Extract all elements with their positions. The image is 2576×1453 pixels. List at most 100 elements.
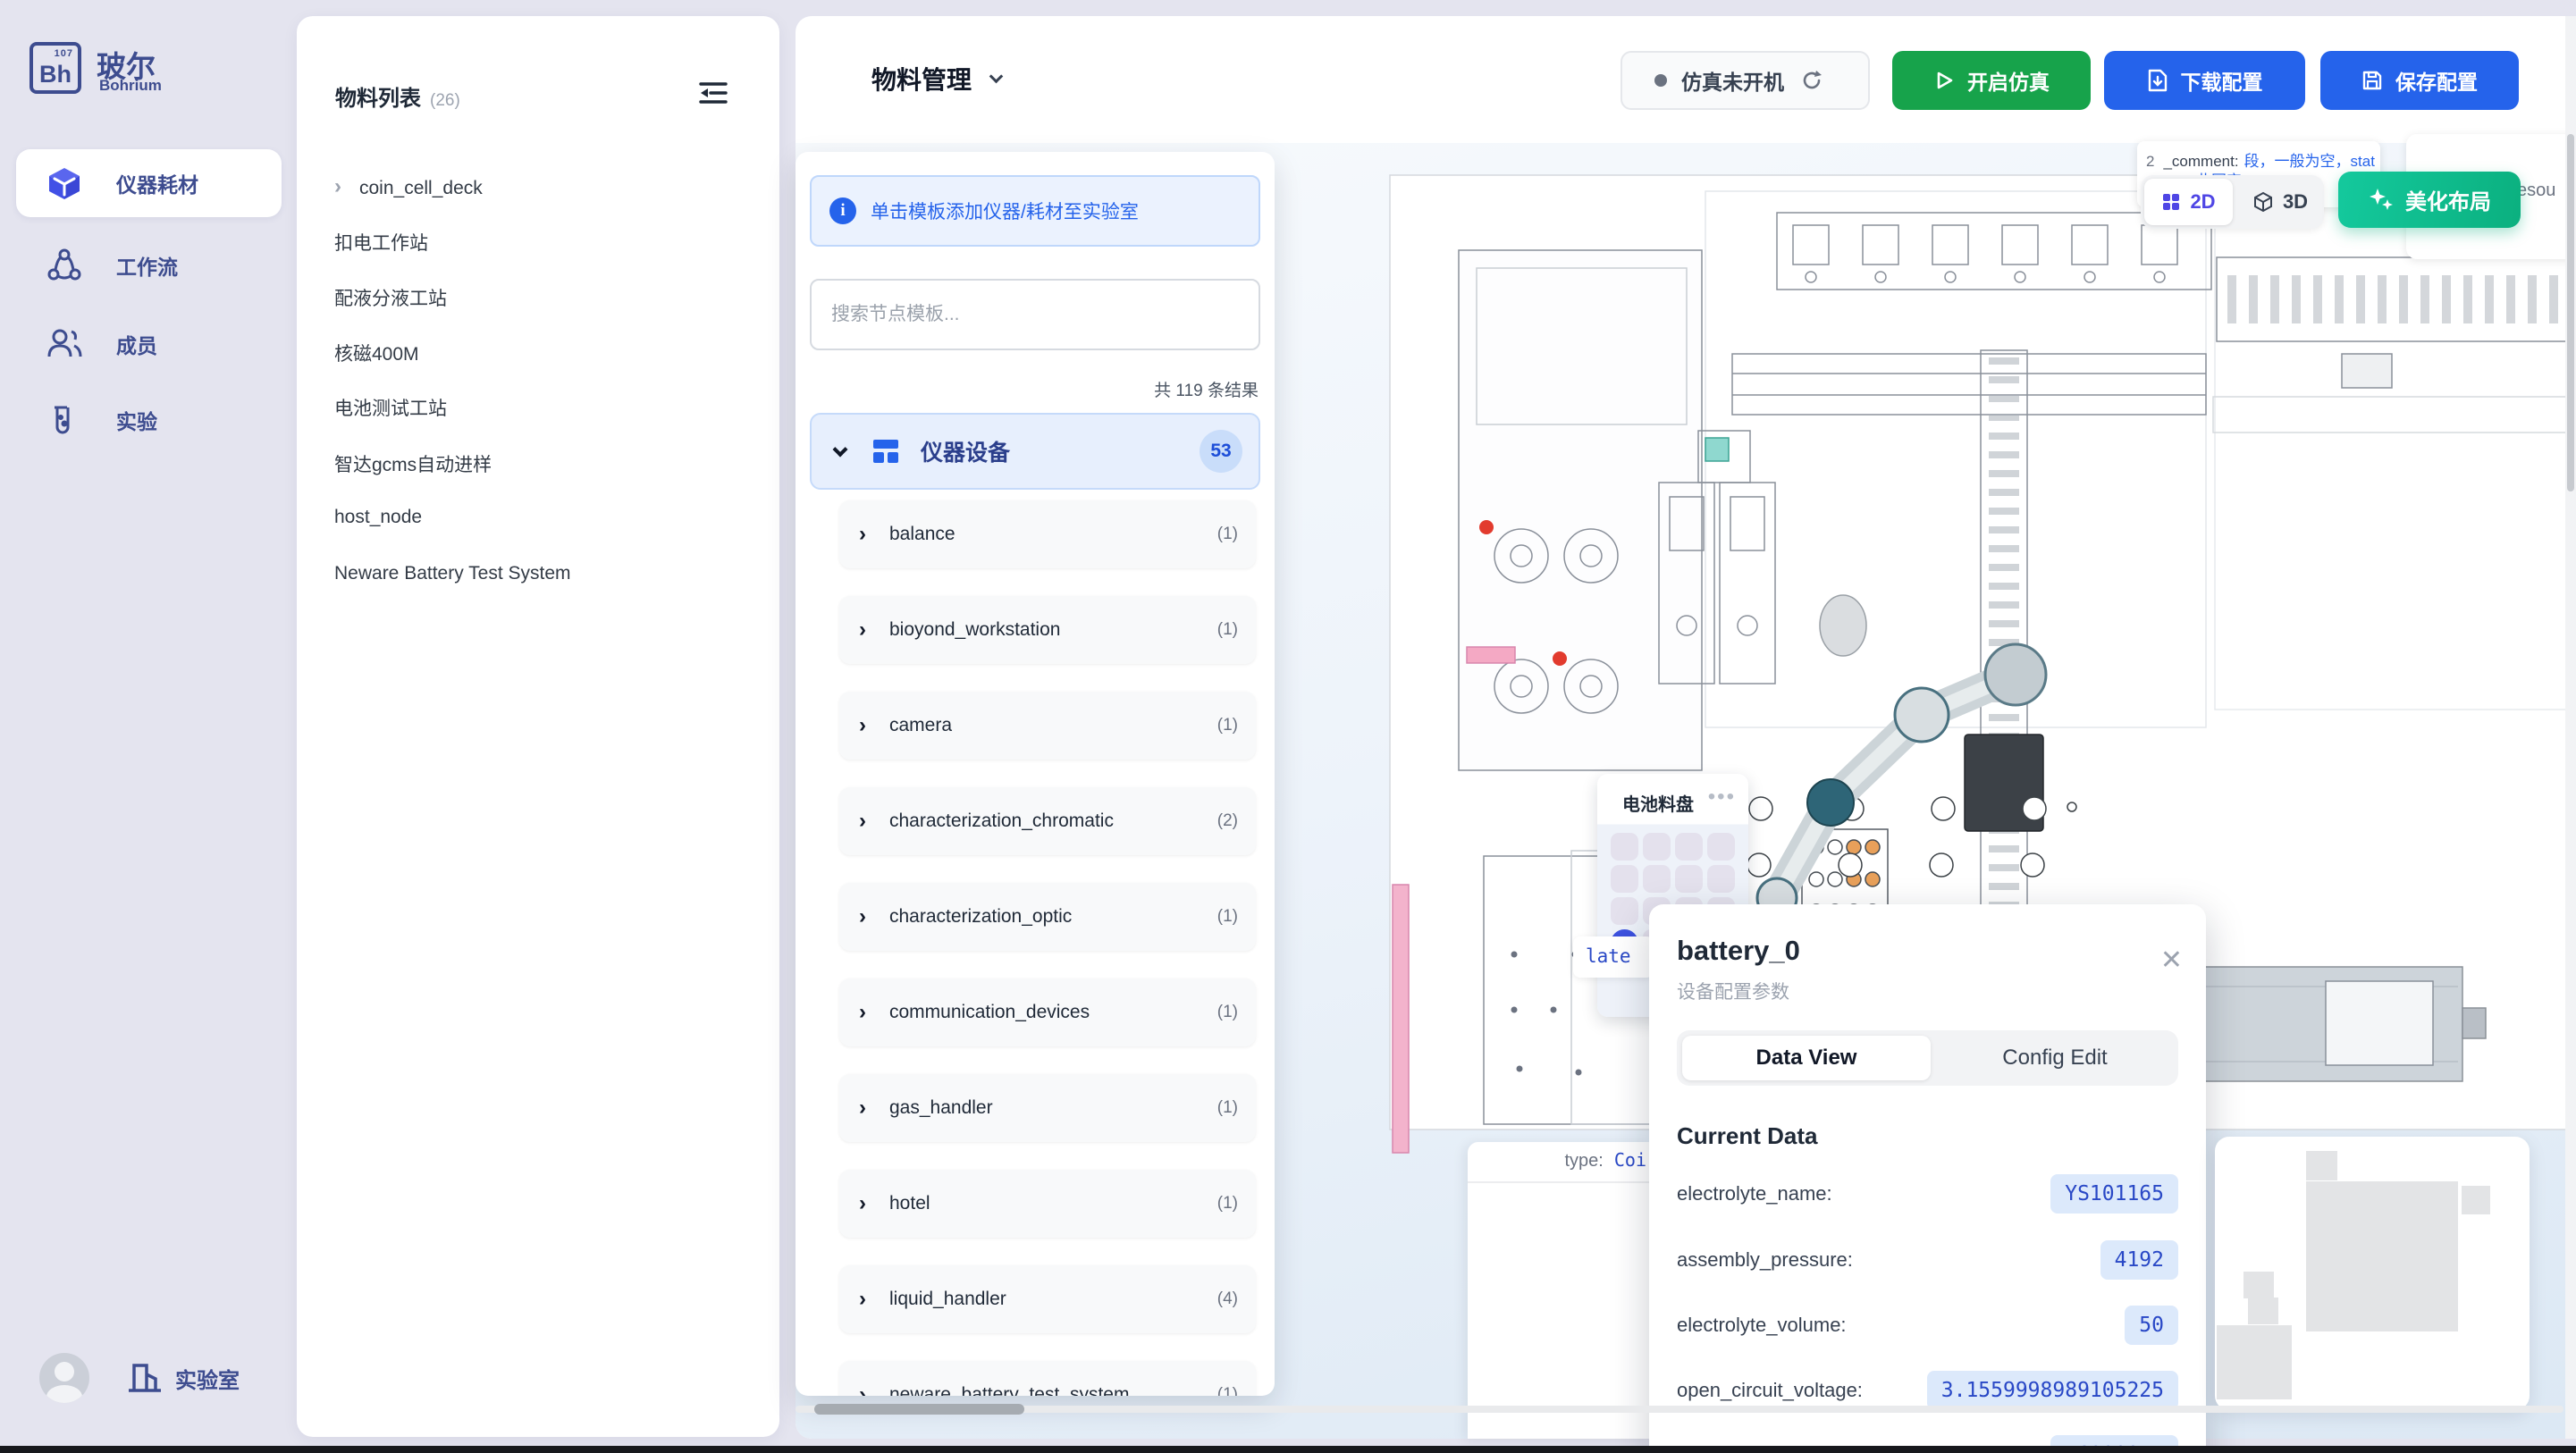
view-mode-toggle: 2D 3D [2141,175,2324,229]
result-count: 共 119 条结果 [1154,377,1259,401]
workflow-icon [46,248,82,283]
logo-number: 107 [55,48,73,59]
yaml-plate-fragment: late [1573,936,1654,978]
template-item-camera[interactable]: › camera(1) [839,692,1256,760]
chevron-right-icon: › [859,1382,866,1396]
material-item[interactable]: host_node [334,502,742,533]
value-chip: 4192 [2100,1240,2178,1280]
material-item[interactable]: 扣电工作站 [334,227,742,257]
tray-menu-icon[interactable]: ••• [1708,785,1736,810]
chevron-right-icon: › [334,174,341,199]
minimap-block [2248,1298,2278,1324]
search-input[interactable] [810,279,1260,350]
material-list-title: 物料列表(26) [335,80,460,112]
material-item[interactable]: 核磁400M [334,338,742,368]
avatar[interactable] [39,1353,89,1403]
tray-cell[interactable] [1643,833,1671,861]
tray-cell[interactable] [1643,865,1671,893]
grid-2d-icon [2161,192,2181,212]
template-palette-panel: i 单击模板添加仪器/耗材至实验室 共 119 条结果 仪器设备 53 › ba… [796,152,1275,1396]
tray-cell[interactable] [1707,833,1735,861]
value-chip: YS101165 [2050,1174,2178,1214]
template-item-liquid-handler[interactable]: › liquid_handler(4) [839,1265,1256,1333]
beautify-layout-button[interactable]: 美化布局 [2338,172,2521,228]
category-label: 仪器设备 [921,435,1010,467]
chevron-right-icon: › [859,1000,866,1025]
save-config-button[interactable]: 保存配置 [2320,51,2519,110]
data-row-electrolyte-name: electrolyte_name: YS101165 [1677,1172,2178,1215]
cube-3d-icon [2252,191,2274,213]
tab-data-view[interactable]: Data View [1682,1036,1931,1080]
download-file-icon [2147,69,2168,92]
template-item-balance[interactable]: › balance(1) [839,500,1256,568]
tray-cell[interactable] [1611,833,1638,861]
minimap-block [2462,1186,2490,1214]
minimap[interactable] [2215,1137,2530,1410]
tab-config-edit[interactable]: Config Edit [1932,1030,2178,1086]
template-item-gas-handler[interactable]: › gas_handler(1) [839,1074,1256,1142]
download-config-button[interactable]: 下载配置 [2104,51,2305,110]
template-item-hotel[interactable]: › hotel(1) [839,1170,1256,1238]
mode-2d-button[interactable]: 2D [2144,179,2233,225]
vertical-scrollbar-thumb[interactable] [2567,134,2574,491]
popup-tabs: Data View Config Edit [1677,1030,2178,1086]
chevron-right-icon: › [859,617,866,643]
simulation-status-pill[interactable]: 仿真未开机 [1621,51,1870,110]
logo-subtitle: Bohrium [99,77,162,95]
category-count-badge: 53 [1200,430,1242,473]
chevron-right-icon: › [859,809,866,834]
cube-icon [46,165,82,201]
data-row-electrolyte-volume: electrolyte_volume: 50 [1677,1304,2178,1347]
value-chip: 50 [2125,1306,2178,1345]
tray-title: 电池料盘 [1622,790,1694,816]
template-item-characterization-optic[interactable]: › characterization_optic(1) [839,883,1256,951]
sidebar-item-instruments[interactable]: 仪器耗材 [16,149,282,217]
members-icon [46,326,82,362]
page-title-dropdown[interactable]: 物料管理 [871,61,1001,97]
material-item[interactable]: 电池测试工站 [334,392,742,423]
sidebar-item-label: 仪器耗材 [116,168,198,198]
minimap-block [2306,1151,2337,1180]
yaml-type-panel: type: Coi [1468,1142,1652,1439]
category-instruments[interactable]: 仪器设备 53 [810,413,1260,490]
sidebar-item-workflow[interactable]: 工作流 [16,231,282,299]
popup-subtitle: 设备配置参数 [1677,978,1789,1004]
tray-cell[interactable] [1675,833,1703,861]
material-item[interactable]: Neware Battery Test System [334,559,742,589]
divider [1468,1181,1652,1183]
sidebar-item-members[interactable]: 成员 [16,310,282,378]
mode-3d-button[interactable]: 3D [2236,179,2324,225]
horizontal-scrollbar-track[interactable] [796,1406,2563,1413]
template-item-communication-devices[interactable]: › communication_devices(1) [839,978,1256,1046]
material-item[interactable]: 配液分液工站 [334,282,742,313]
collapse-list-icon[interactable] [697,79,729,107]
sidebar-footer: 实验室 [0,1340,297,1415]
layout-grid-icon [871,436,901,466]
minimap-block [2306,1181,2458,1331]
template-item-characterization-chromatic[interactable]: › characterization_chromatic(2) [839,787,1256,855]
value-chip: 3.1559998989105225 [1927,1371,2178,1410]
refresh-icon[interactable] [1800,69,1823,92]
palette-hint: i 单击模板添加仪器/耗材至实验室 [810,175,1260,247]
material-count: (26) [430,91,460,110]
horizontal-scrollbar-thumb[interactable] [814,1404,1024,1415]
lab-switcher-label[interactable]: 实验室 [175,1363,240,1394]
tray-cell[interactable] [1611,865,1638,893]
material-item-coin-cell-deck[interactable]: › coin_cell_deck [334,173,742,204]
chevron-right-icon: › [859,522,866,547]
tray-cell[interactable] [1611,897,1638,925]
chevron-down-icon [989,69,1004,83]
close-icon[interactable]: ✕ [2160,947,2183,974]
chevron-right-icon: › [859,1287,866,1312]
template-item-neware-battery-test-system[interactable]: › neware_battery_test_system(1) [839,1361,1256,1396]
material-item[interactable]: 智达gcms自动进样 [334,449,742,479]
start-simulation-button[interactable]: 开启仿真 [1892,51,2091,110]
bohrium-logo-icon: Bh 107 [29,42,81,94]
tray-cell[interactable] [1675,865,1703,893]
chevron-right-icon: › [859,713,866,738]
popup-title: battery_0 [1677,935,1800,967]
tray-cell[interactable] [1707,865,1735,893]
template-item-bioyond-workstation[interactable]: › bioyond_workstation(1) [839,596,1256,664]
sidebar-item-experiments[interactable]: 实验 [16,386,282,454]
sidebar-item-label: 工作流 [116,250,178,281]
